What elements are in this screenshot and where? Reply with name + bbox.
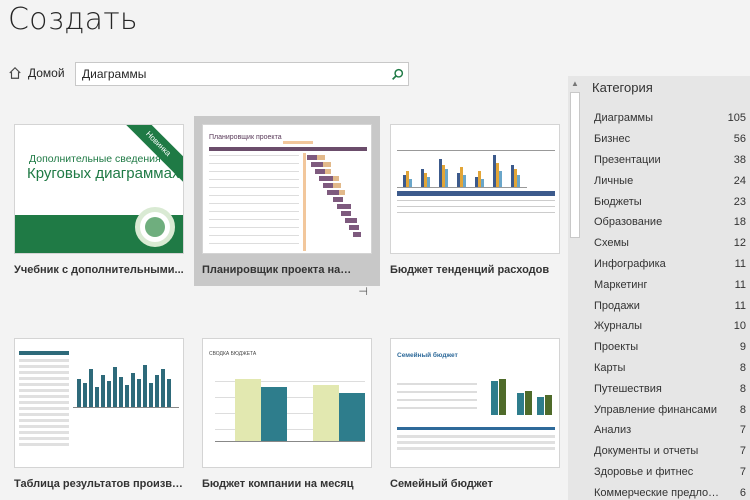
category-count: 7 (739, 465, 746, 478)
category-item[interactable]: Управление финансами 8 (594, 399, 750, 420)
category-item[interactable]: Путешествия 8 (594, 378, 750, 399)
category-count: 7 (739, 424, 746, 437)
template-label: Бюджет компании на месяц (202, 478, 354, 490)
category-item[interactable]: Бюджеты 23 (594, 191, 750, 212)
category-name: Журналы (594, 320, 643, 333)
category-list: Диаграммы 105 Бизнес 56 Презентации 38 Личные 2… (594, 108, 750, 500)
category-count: 56 (733, 133, 746, 146)
thumb-line-2: Круговых диаграммах (27, 165, 180, 182)
category-name: Документы и отчеты (594, 445, 699, 458)
thumb-title: СВОДКА БЮДЖЕТА (209, 351, 257, 357)
thumb-line-1: Дополнительные сведения о (29, 153, 170, 165)
template-card-performance-table[interactable]: Таблица результатов произво... (14, 338, 184, 490)
category-item[interactable]: Коммерческие предложения 6 (594, 482, 750, 500)
donut-chart-icon (135, 207, 175, 247)
category-count: 6 (739, 486, 746, 499)
category-name: Личные (594, 174, 634, 187)
template-label: Планировщик проекта на диа... (202, 264, 352, 276)
category-count: 7 (739, 445, 746, 458)
category-count: 38 (733, 153, 746, 166)
category-name: Проекты (594, 341, 639, 354)
home-link[interactable]: Домой (8, 66, 65, 80)
template-label: Таблица результатов произво... (14, 478, 184, 490)
category-name: Диаграммы (594, 112, 653, 125)
category-item[interactable]: Личные 24 (594, 170, 750, 191)
template-thumbnail: СВОДКА БЮДЖЕТА (202, 338, 372, 468)
category-item[interactable]: Журналы 10 (594, 316, 750, 337)
category-name: Бюджеты (594, 195, 642, 208)
category-count: 9 (739, 341, 746, 354)
template-card-monthly-budget[interactable]: СВОДКА БЮДЖЕТА Бюджет компании на месяц (202, 338, 372, 490)
pin-icon[interactable]: ⊣ (358, 285, 368, 298)
category-item[interactable]: Анализ 7 (594, 420, 750, 441)
home-icon (9, 66, 21, 79)
category-count: 11 (734, 257, 746, 270)
template-thumbnail: Новинка Дополнительные сведения о Кругов… (14, 124, 184, 254)
category-item[interactable]: Презентации 38 (594, 150, 750, 171)
scroll-up-icon[interactable]: ▲ (568, 76, 582, 90)
category-item[interactable]: Документы и отчеты 7 (594, 441, 750, 462)
category-name: Презентации (594, 153, 661, 166)
category-count: 24 (733, 174, 746, 187)
category-name: Образование (594, 216, 663, 229)
category-count: 11 (734, 299, 746, 312)
gantt-preview: Планировщик проекта (209, 134, 367, 251)
category-count: 18 (733, 216, 746, 229)
category-name: Бизнес (594, 133, 631, 146)
category-name: Схемы (594, 237, 629, 250)
category-name: Карты (594, 361, 626, 374)
template-thumbnail: Семейный бюджет (390, 338, 560, 468)
category-name: Продажи (594, 299, 640, 312)
template-label: Бюджет тенденций расходов (390, 264, 550, 276)
category-item[interactable]: Проекты 9 (594, 337, 750, 358)
category-count: 11 (734, 278, 746, 291)
search-input[interactable] (76, 63, 386, 85)
category-count: 8 (739, 403, 746, 416)
template-card-pie[interactable]: Новинка Дополнительные сведения о Кругов… (14, 124, 184, 276)
category-item[interactable]: Бизнес 56 (594, 129, 750, 150)
category-count: 8 (739, 361, 746, 374)
category-item[interactable]: Диаграммы 105 (594, 108, 750, 129)
category-item[interactable]: Образование 18 (594, 212, 750, 233)
table-chart-preview (19, 351, 179, 446)
category-name: Путешествия (594, 382, 662, 395)
template-thumbnail: Планировщик проекта (202, 124, 372, 254)
template-thumbnail (14, 338, 184, 468)
thumb-title: Планировщик проекта (209, 134, 282, 141)
category-count: 8 (739, 382, 746, 395)
category-item[interactable]: Схемы 12 (594, 233, 750, 254)
category-name: Коммерческие предложения (594, 486, 722, 499)
category-item[interactable]: Маркетинг 11 (594, 274, 750, 295)
search-box (75, 62, 409, 86)
scrollbar-thumb[interactable] (570, 92, 580, 238)
template-label: Учебник с дополнительными... (14, 264, 184, 276)
category-item[interactable]: Инфографика 11 (594, 254, 750, 275)
thumb-title: Семейный бюджет (397, 351, 458, 359)
template-label: Семейный бюджет (390, 478, 493, 490)
category-header: Категория (592, 80, 653, 95)
category-name: Инфографика (594, 257, 666, 270)
category-item[interactable]: Продажи 11 (594, 295, 750, 316)
search-icon (391, 68, 403, 80)
category-count: 23 (733, 195, 746, 208)
category-name: Управление финансами (594, 403, 717, 416)
home-label: Домой (28, 66, 65, 80)
category-count: 12 (733, 237, 746, 250)
category-item[interactable]: Здоровье и фитнес 7 (594, 462, 750, 483)
template-card-project-planner[interactable]: Планировщик проекта Планировщик проекта … (202, 124, 372, 298)
bar-chart-preview: Семейный бюджет (397, 351, 555, 450)
page-title: Создать (8, 2, 138, 37)
category-name: Здоровье и фитнес (594, 465, 694, 478)
category-count: 10 (733, 320, 746, 333)
category-name: Маркетинг (594, 278, 648, 291)
category-name: Анализ (594, 424, 632, 437)
bar-chart-preview (397, 150, 555, 213)
bar-chart-preview: СВОДКА БЮДЖЕТА (209, 351, 365, 442)
template-thumbnail (390, 124, 560, 254)
category-count: 105 (727, 112, 746, 125)
template-card-family-budget[interactable]: Семейный бюджет Семейный бюджет (390, 338, 560, 490)
search-button[interactable] (386, 63, 408, 85)
category-item[interactable]: Карты 8 (594, 358, 750, 379)
template-card-expense-trends[interactable]: Бюджет тенденций расходов (390, 124, 560, 276)
